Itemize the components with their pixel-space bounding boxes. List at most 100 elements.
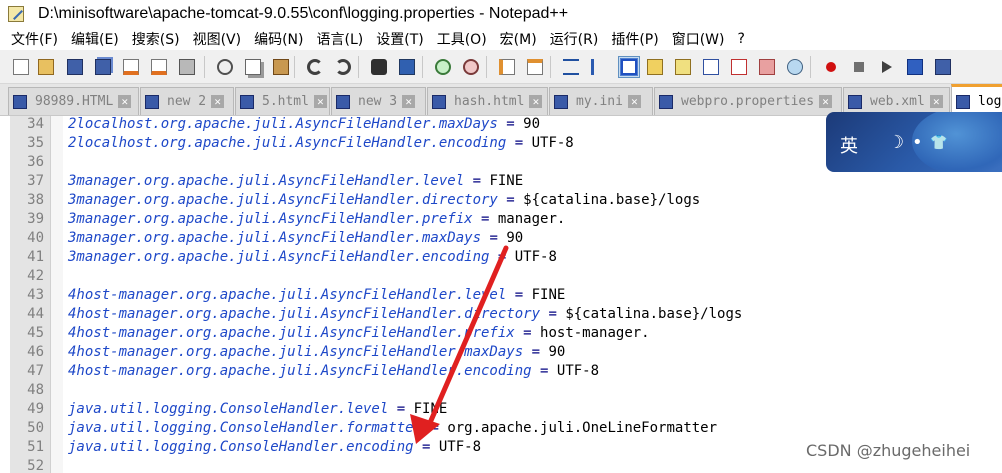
record-macro-button[interactable] [820,56,842,78]
close-all-button[interactable] [148,56,170,78]
word-wrap-button[interactable] [560,56,582,78]
tab[interactable]: web.xml ✕ [843,87,950,115]
print-button[interactable] [176,56,198,78]
close-tab-icon[interactable]: ✕ [402,95,416,108]
play-macro-button[interactable] [876,56,898,78]
zoom-out-button[interactable] [460,56,482,78]
menu-item[interactable]: 编码(N) [248,29,310,49]
menu-item[interactable]: 编辑(E) [65,29,126,49]
run-macro-multiple-button[interactable] [904,56,926,78]
code-line[interactable]: 50 java.util.logging.ConsoleHandler.forma… [0,419,1002,438]
code-line[interactable]: 47 4host-manager.org.apache.juli.AsyncFil… [0,362,1002,381]
save-button[interactable] [64,56,86,78]
property-key: 3manager.org.apache.juli.AsyncFileHandle… [68,230,482,246]
indent-guide-button[interactable] [618,56,640,78]
file-saved-icon [13,94,27,109]
close-button[interactable] [120,56,142,78]
toolbar-separator [358,56,359,78]
save-macro-button[interactable] [932,56,954,78]
close-tab-icon[interactable]: ✕ [313,95,327,108]
menu-item[interactable]: 宏(M) [494,29,544,49]
tab-label: web.xml [870,94,925,109]
folder-workspace-icon [759,59,775,75]
stop-macro-button[interactable] [848,56,870,78]
show-all-chars-button[interactable] [588,56,610,78]
find-button[interactable] [368,56,390,78]
menu-item[interactable]: 运行(R) [544,29,606,49]
code-line[interactable]: 46 4host-manager.org.apache.juli.AsyncFil… [0,343,1002,362]
file-saved-icon [432,94,446,109]
property-key: 3manager.org.apache.juli.AsyncFileHandle… [68,192,498,208]
menu-item[interactable]: 搜索(S) [126,29,187,49]
undo-button[interactable] [304,56,326,78]
ime-status-widget[interactable]: 英 ☽ • 👕 [826,112,1002,172]
cut-button[interactable] [214,56,236,78]
doc-list-button[interactable] [700,56,722,78]
redo-button[interactable] [332,56,354,78]
tab[interactable]: my.ini ✕ [549,87,653,115]
code-line[interactable]: 39 3manager.org.apache.juli.AsyncFileHand… [0,210,1002,229]
code-line[interactable]: 42 [0,267,1002,286]
code-line[interactable]: 43 4host-manager.org.apache.juli.AsyncFil… [0,286,1002,305]
sync-horizontal-button[interactable] [524,56,546,78]
udl-button[interactable] [644,56,666,78]
property-key: 4host-manager.org.apache.juli.AsyncFileH… [68,325,515,341]
find-icon [371,59,387,75]
dot-icon[interactable]: • [912,132,923,153]
code-line[interactable]: 37 3manager.org.apache.juli.AsyncFileHand… [0,172,1002,191]
save-all-button[interactable] [92,56,114,78]
folder-workspace-button[interactable] [756,56,778,78]
code-line[interactable]: 49 java.util.logging.ConsoleHandler.level… [0,400,1002,419]
monitoring-button[interactable] [784,56,806,78]
print-icon [179,59,195,75]
replace-button[interactable] [396,56,418,78]
menu-item[interactable]: 文件(F) [0,29,65,49]
code-line[interactable]: 41 3manager.org.apache.juli.AsyncFileHand… [0,248,1002,267]
menu-item[interactable]: 视图(V) [187,29,249,49]
menu-item[interactable]: ? [732,31,752,47]
close-tab-icon[interactable]: ✕ [819,95,833,108]
menu-item[interactable]: 窗口(W) [666,29,732,49]
close-tab-icon[interactable]: ✕ [211,95,225,108]
code-line[interactable]: 45 4host-manager.org.apache.juli.AsyncFil… [0,324,1002,343]
tab-label: new 3 [358,94,398,109]
file-saved-icon [659,94,673,109]
code-text: 4host-manager.org.apache.juli.AsyncFileH… [68,324,650,343]
close-tab-icon[interactable]: ✕ [118,95,132,108]
doc-map-button[interactable] [672,56,694,78]
close-tab-icon[interactable]: ✕ [929,95,943,108]
copy-button[interactable] [242,56,264,78]
tab[interactable]: new 2 ✕ [140,87,234,115]
paste-button[interactable] [270,56,292,78]
code-line[interactable]: 44 4host-manager.org.apache.juli.AsyncFil… [0,305,1002,324]
menu-item[interactable]: 设置(T) [370,29,430,49]
ime-mode-english-label[interactable]: 英 [840,132,858,158]
menu-item[interactable]: 语言(L) [311,29,371,49]
moon-icon[interactable]: ☽ [888,132,904,153]
sync-vertical-button[interactable] [496,56,518,78]
menu-item[interactable]: 工具(O) [431,29,494,49]
tab[interactable]: new 3 ✕ [331,87,426,115]
code-line[interactable]: 40 3manager.org.apache.juli.AsyncFileHand… [0,229,1002,248]
close-tab-icon[interactable]: ✕ [529,95,543,108]
skin-shirt-icon[interactable]: 👕 [930,135,947,151]
open-file-button[interactable] [35,56,57,78]
code-text: 4host-manager.org.apache.juli.AsyncFileH… [68,362,599,381]
function-list-icon [731,59,747,75]
code-line[interactable]: 38 3manager.org.apache.juli.AsyncFileHand… [0,191,1002,210]
tab[interactable]: 5.html ✕ [235,87,330,115]
property-key: 3manager.org.apache.juli.AsyncFileHandle… [68,173,465,189]
window-title: D:\minisoftware\apache-tomcat-9.0.55\con… [38,5,569,22]
assignment-operator: = [531,363,557,379]
tab[interactable]: hash.html ✕ [427,87,548,115]
property-key: 2localhost.org.apache.juli.AsyncFileHand… [68,135,507,151]
zoom-in-button[interactable] [432,56,454,78]
menu-item[interactable]: 插件(P) [605,29,665,49]
tab[interactable]: 98989.HTML ✕ [8,87,139,115]
close-tab-icon[interactable]: ✕ [627,95,641,108]
code-text: 2localhost.org.apache.juli.AsyncFileHand… [68,134,574,153]
function-list-button[interactable] [728,56,750,78]
tab[interactable]: webpro.properties ✕ [654,87,842,115]
new-file-button[interactable] [10,56,32,78]
code-line[interactable]: 48 [0,381,1002,400]
